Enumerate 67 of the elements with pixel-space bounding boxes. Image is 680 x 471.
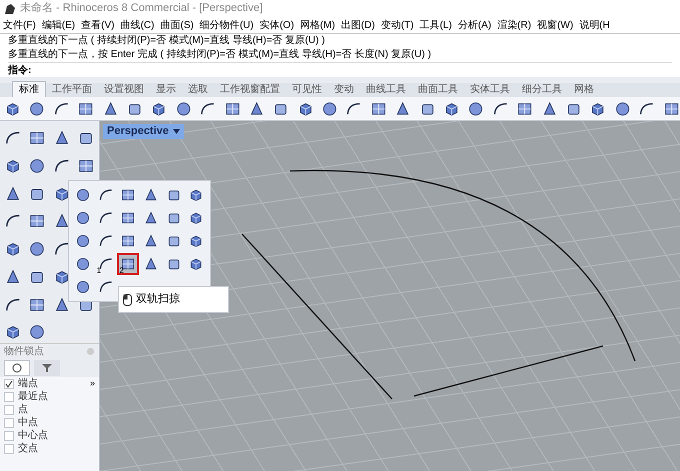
circle-icon (11, 363, 23, 373)
menu-item[interactable]: 细分物件(U) (196, 18, 257, 32)
toolbar-tab[interactable]: 选取 (182, 82, 214, 97)
menu-item[interactable]: 编辑(E) (38, 18, 78, 32)
viewport-title: Perspective (107, 124, 169, 140)
menu-item[interactable]: 曲面(S) (157, 18, 197, 32)
command-history-line: 多重直线的下一点，按 Enter 完成 ( 持续封闭(P)=否 模式(M)=直线 导线(H)=否 长度(N) 复原(U) ) (8, 48, 432, 62)
checkbox-label: 交点 (18, 442, 38, 456)
sphere-icon[interactable] (321, 100, 338, 118)
sphere-icon[interactable] (614, 100, 632, 118)
grid-icon[interactable] (28, 129, 46, 147)
snap-tab[interactable] (34, 360, 60, 376)
more-button[interactable]: » (90, 376, 95, 390)
menu-item[interactable]: 说明(H (576, 18, 613, 32)
checkbox-label: 中点 (18, 416, 38, 430)
cube-icon[interactable] (4, 240, 22, 258)
menu-item[interactable]: 查看(V) (78, 18, 118, 32)
sphere-icon[interactable] (28, 323, 46, 342)
menu-item[interactable]: 渲染(R) (494, 18, 534, 32)
toolbar-tab[interactable]: 变动 (328, 82, 360, 97)
menu-item[interactable]: 变动(T) (378, 18, 417, 32)
sphere-icon[interactable] (28, 156, 46, 175)
menu-item[interactable]: 曲线(C) (117, 18, 158, 32)
sphere-icon[interactable] (28, 240, 46, 258)
command-prompt[interactable]: 指令: (8, 62, 672, 77)
menu-item[interactable]: 实体(O) (256, 18, 298, 32)
number-label: 2 (119, 267, 124, 275)
toolbar-tab[interactable]: 工作平面 (46, 82, 98, 97)
toolbar-tab[interactable]: 曲面工具 (412, 82, 464, 97)
viewport-tab[interactable]: Perspective (103, 124, 184, 139)
menu-item[interactable]: 工具(L) (416, 18, 455, 32)
toolbar-tab[interactable]: 设置视图 (98, 82, 150, 97)
toolbar-tab[interactable]: 标准 (12, 81, 46, 97)
flyout-item[interactable]: 2 (119, 255, 138, 273)
menu-item[interactable]: 出图(D) (338, 18, 378, 32)
menu-item[interactable]: 分析(A) (454, 18, 494, 32)
tooltip-text: 双轨扫掠 (136, 292, 180, 308)
toolbar-tab[interactable]: 工作视窗配置 (214, 82, 286, 97)
menu-item[interactable]: 网格(M) (297, 18, 338, 32)
checkbox-label: 最近点 (18, 390, 48, 404)
sphere-icon[interactable] (174, 100, 192, 118)
sphere-icon[interactable] (467, 100, 485, 118)
mouse-icon (123, 294, 132, 306)
window-title: 未命名 - Rhinoceros 8 Commercial - [Perspective] (20, 1, 263, 16)
checkbox[interactable] (4, 378, 14, 388)
toolbar-tab[interactable]: 曲线工具 (360, 82, 412, 97)
menu-item[interactable]: 视窗(W) (534, 18, 576, 32)
checkbox-label: 中心点 (18, 428, 48, 442)
toolbar-tab[interactable]: 网格 (568, 82, 600, 97)
toolbar-tab[interactable]: 显示 (150, 82, 182, 97)
number-label: 1 (96, 267, 102, 275)
snap-tab[interactable] (4, 360, 30, 376)
cone-icon[interactable] (4, 268, 22, 286)
toolbar-tab[interactable]: 可见性 (286, 82, 328, 97)
panel-title: 物件锁点 (4, 344, 44, 359)
cone-icon[interactable] (4, 184, 22, 202)
checkbox-label: 点 (18, 402, 28, 416)
dropdown-caret-icon[interactable] (172, 129, 180, 134)
filter-icon (41, 363, 53, 373)
command-history-line: 多重直线的下一点 ( 持续封闭(P)=否 模式(M)=直线 导线(H)=否 复原(U) ) (8, 34, 326, 48)
toolbar-tab[interactable]: 细分工具 (516, 82, 568, 97)
checkbox-label: 端点 (18, 376, 38, 390)
cube-icon[interactable] (4, 323, 22, 342)
menu-item[interactable]: 文件(F) (0, 18, 39, 32)
toolbar-tab[interactable]: 实体工具 (464, 82, 516, 97)
sphere-icon[interactable] (28, 100, 46, 118)
flyout-item[interactable]: 1 (96, 255, 115, 273)
